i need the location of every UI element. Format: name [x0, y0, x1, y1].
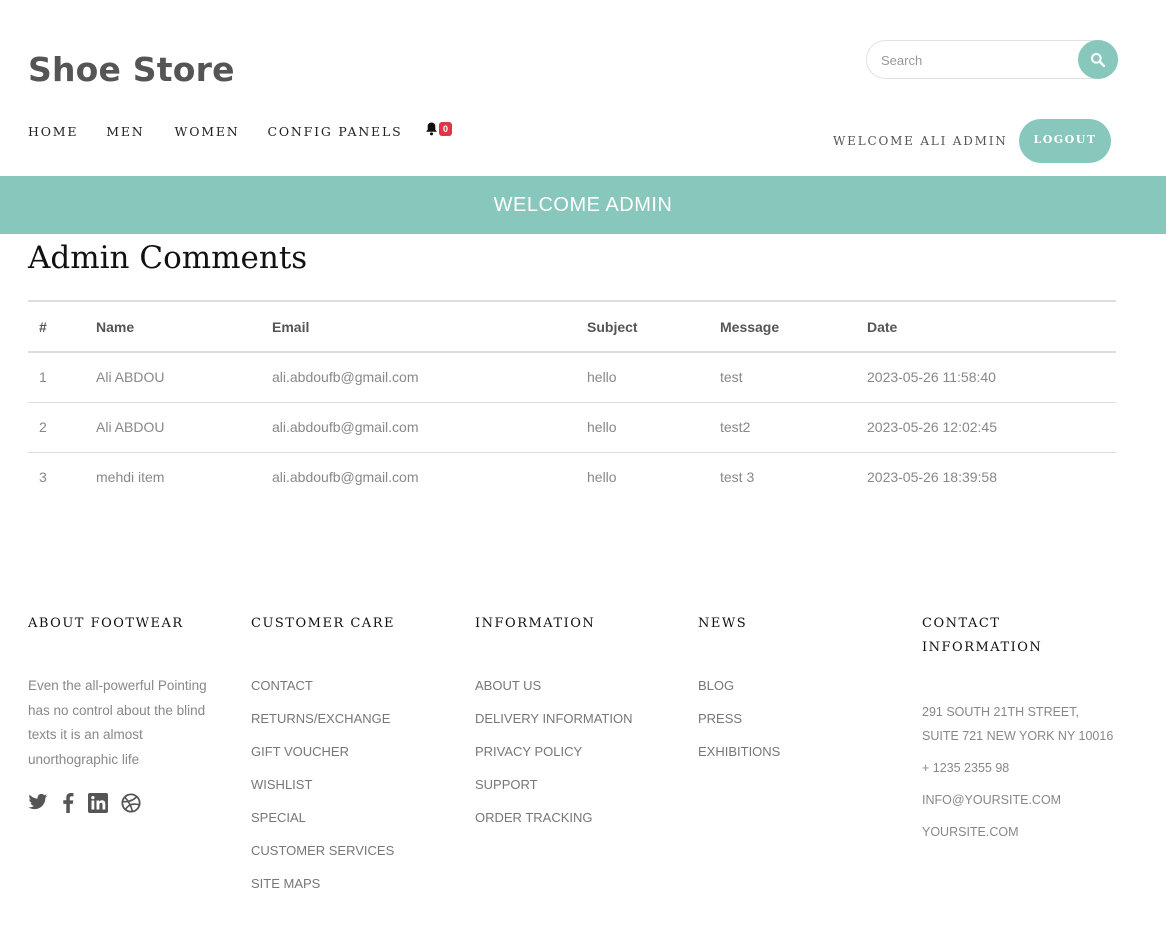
- cell-email: ali.abdoufb@gmail.com: [272, 469, 419, 486]
- cell-email: ali.abdoufb@gmail.com: [272, 369, 419, 386]
- cell-number: 2: [39, 419, 47, 435]
- col-header-number: #: [39, 318, 47, 335]
- footer-link-blog[interactable]: BLOG: [698, 678, 780, 711]
- cell-message: test 3: [720, 469, 755, 486]
- notifications[interactable]: 0: [425, 121, 453, 136]
- footer-link-returns-exchange[interactable]: RETURNS/EXCHANGE: [251, 711, 395, 744]
- footer-heading-about: ABOUT FOOTWEAR: [28, 616, 184, 631]
- nav-item-women[interactable]: WOMEN: [175, 124, 240, 139]
- table-row: 2 Ali ABDOU ali.abdoufb@gmail.com hello …: [28, 402, 1116, 452]
- twitter-icon[interactable]: [28, 793, 48, 813]
- site-header: Shoe Store HOME MEN WOMEN CONFIG PANELS …: [0, 0, 1166, 176]
- site-logo[interactable]: Shoe Store: [28, 50, 235, 89]
- footer-heading-information: INFORMATION: [475, 616, 596, 631]
- contact-email[interactable]: INFO@YOURSITE.COM: [922, 788, 1113, 812]
- contact-address-line2: SUITE 721 NEW YORK NY 10016: [922, 729, 1114, 743]
- footer-link-gift-voucher[interactable]: GIFT VOUCHER: [251, 744, 395, 777]
- footer-heading-contact: CONTACT: [922, 616, 1001, 631]
- cell-subject: hello: [587, 369, 617, 386]
- welcome-banner: WELCOME ADMIN: [0, 176, 1166, 234]
- search-button[interactable]: [1078, 40, 1118, 79]
- footer-link-delivery-information[interactable]: DELIVERY INFORMATION: [475, 711, 632, 744]
- footer-customer-care: CUSTOMER CARE CONTACT RETURNS/EXCHANGE G…: [251, 612, 395, 909]
- col-header-subject: Subject: [587, 318, 638, 335]
- cell-date: 2023-05-26 18:39:58: [867, 469, 997, 486]
- search-icon: [1091, 52, 1106, 67]
- cell-date: 2023-05-26 12:02:45: [867, 419, 997, 435]
- col-header-name: Name: [96, 318, 135, 335]
- footer-link-privacy-policy[interactable]: PRIVACY POLICY: [475, 744, 632, 777]
- main-nav: HOME MEN WOMEN CONFIG PANELS: [28, 124, 430, 139]
- table-header-row: # Name Email Subject Message Date: [28, 301, 1116, 352]
- cell-date: 2023-05-26 11:58:40: [867, 369, 996, 386]
- footer-link-site-maps[interactable]: SITE MAPS: [251, 876, 395, 909]
- footer-about: ABOUT FOOTWEAR Even the all-powerful Poi…: [28, 612, 228, 813]
- footer-links-customer-care: CONTACT RETURNS/EXCHANGE GIFT VOUCHER WI…: [251, 678, 395, 909]
- footer-link-support[interactable]: SUPPORT: [475, 777, 632, 810]
- dribbble-icon[interactable]: [121, 793, 141, 813]
- page-title: Admin Comments: [28, 240, 308, 276]
- nav-item-home[interactable]: HOME: [28, 124, 78, 139]
- facebook-icon[interactable]: [61, 792, 75, 813]
- table-row: 1 Ali ABDOU ali.abdoufb@gmail.com hello …: [28, 352, 1116, 402]
- footer-news: NEWS BLOG PRESS EXHIBITIONS: [698, 612, 780, 777]
- social-links: [28, 792, 228, 813]
- footer-link-exhibitions[interactable]: EXHIBITIONS: [698, 744, 780, 777]
- footer-heading-customer-care: CUSTOMER CARE: [251, 616, 395, 631]
- contact-website[interactable]: YOURSITE.COM: [922, 820, 1113, 844]
- footer-link-wishlist[interactable]: WISHLIST: [251, 777, 395, 810]
- contact-phone[interactable]: + 1235 2355 98: [922, 756, 1113, 780]
- cell-email: ali.abdoufb@gmail.com: [272, 419, 419, 435]
- notification-badge: 0: [439, 121, 453, 136]
- cell-name: mehdi item: [96, 469, 165, 486]
- footer-heading-news: NEWS: [698, 616, 748, 631]
- cell-number: 3: [39, 469, 47, 486]
- comments-table: # Name Email Subject Message Date 1 Ali …: [28, 300, 1116, 502]
- contact-details: 291 SOUTH 21TH STREET, SUITE 721 NEW YOR…: [922, 700, 1113, 844]
- contact-address-line1: 291 SOUTH 21TH STREET,: [922, 705, 1079, 719]
- cell-message: test2: [720, 419, 751, 435]
- footer-links-information: ABOUT US DELIVERY INFORMATION PRIVACY PO…: [475, 678, 632, 843]
- footer-link-special[interactable]: SPECIAL: [251, 810, 395, 843]
- cell-name: Ali ABDOU: [96, 419, 165, 435]
- col-header-email: Email: [272, 318, 310, 335]
- footer-link-customer-services[interactable]: CUSTOMER SERVICES: [251, 843, 395, 876]
- footer-about-text: Even the all-powerful Pointing has no co…: [28, 678, 207, 768]
- logout-button[interactable]: LOGOUT: [1019, 119, 1111, 163]
- cell-subject: hello: [587, 469, 617, 486]
- nav-item-men[interactable]: MEN: [106, 124, 144, 139]
- footer-link-contact[interactable]: CONTACT: [251, 678, 395, 711]
- welcome-user-text: WELCOME ALI ADMIN: [833, 134, 1008, 148]
- table-row: 3 mehdi item ali.abdoufb@gmail.com hello…: [28, 452, 1116, 502]
- footer-link-press[interactable]: PRESS: [698, 711, 780, 744]
- nav-item-config-panels[interactable]: CONFIG PANELS: [268, 124, 403, 139]
- footer-contact: CONTACT INFORMATION 291 SOUTH 21TH STREE…: [922, 612, 1113, 844]
- footer-link-order-tracking[interactable]: ORDER TRACKING: [475, 810, 632, 843]
- col-header-message: Message: [720, 318, 780, 335]
- bell-icon: [426, 122, 437, 136]
- col-header-date: Date: [867, 318, 898, 335]
- linkedin-icon[interactable]: [88, 792, 108, 813]
- cell-message: test: [720, 369, 743, 386]
- cell-number: 1: [39, 369, 47, 386]
- footer-link-about-us[interactable]: ABOUT US: [475, 678, 632, 711]
- footer-information: INFORMATION ABOUT US DELIVERY INFORMATIO…: [475, 612, 632, 843]
- footer-links-news: BLOG PRESS EXHIBITIONS: [698, 678, 780, 777]
- cell-subject: hello: [587, 419, 617, 435]
- footer-heading-contact-line2: INFORMATION: [922, 640, 1043, 655]
- cell-name: Ali ABDOU: [96, 369, 165, 386]
- search-input[interactable]: [879, 50, 1069, 70]
